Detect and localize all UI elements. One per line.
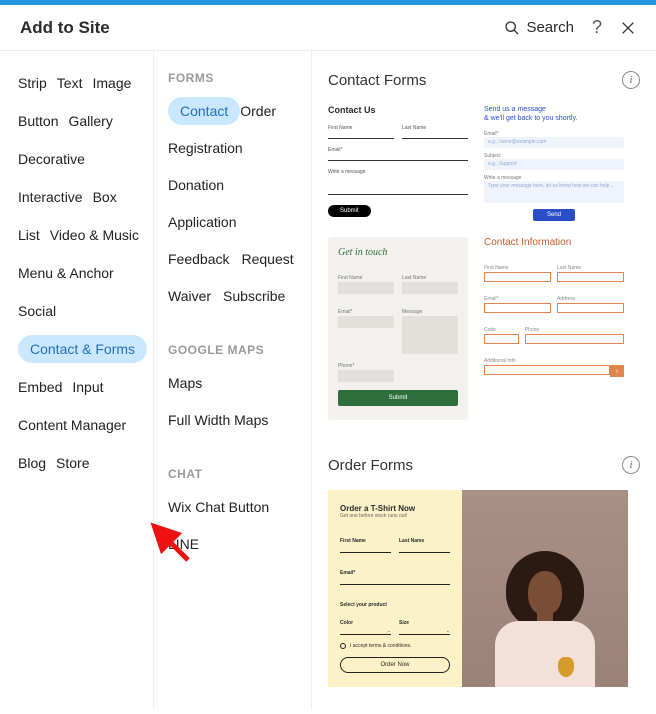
terms-checkbox: I accept terms & conditions. bbox=[340, 643, 450, 649]
category-item-social[interactable]: Social bbox=[18, 297, 66, 325]
form-preview-order-tshirt[interactable]: Order a T-Shirt Now Get one before stock… bbox=[328, 490, 462, 687]
field-placeholder: e.g., Support bbox=[484, 159, 624, 170]
field-label: Phone* bbox=[338, 363, 354, 369]
send-button: Send bbox=[533, 209, 575, 221]
category-item-store[interactable]: Store bbox=[56, 449, 99, 477]
form-preview-contact-us[interactable]: Contact Us First Name Last Name Email* W… bbox=[328, 105, 468, 221]
search-icon bbox=[504, 20, 520, 36]
field-label: Write a message bbox=[484, 175, 521, 181]
field-label: Additional Info bbox=[484, 358, 516, 364]
subcategory-heading: FORMS bbox=[168, 71, 311, 85]
category-item-decorative[interactable]: Decorative bbox=[18, 145, 95, 173]
field-label: First Name bbox=[340, 538, 366, 544]
field-label: Last Name bbox=[399, 538, 424, 544]
info-icon[interactable]: i bbox=[622, 71, 640, 89]
field-label: Email* bbox=[484, 296, 498, 302]
category-item-content-manager[interactable]: Content Manager bbox=[18, 411, 136, 439]
subcategory-list: FORMS ContactOrder Registration Donation App… bbox=[154, 51, 312, 709]
submit-button: Submit bbox=[328, 205, 371, 217]
subcategory-item-subscribe[interactable]: Subscribe bbox=[223, 282, 297, 310]
category-item-interactive[interactable]: Interactive bbox=[18, 183, 93, 211]
search-button[interactable]: Search bbox=[504, 19, 574, 36]
model-illustration bbox=[490, 547, 600, 687]
form-preview-send-message[interactable]: Send us a message& we'll get back to you… bbox=[484, 105, 624, 221]
close-button[interactable] bbox=[620, 20, 636, 36]
form-preview-order-image[interactable] bbox=[462, 490, 628, 687]
preview-subtitle: Get one before stock runs out! bbox=[340, 513, 450, 519]
field-label: Phone bbox=[525, 327, 539, 333]
category-item-blog[interactable]: Blog bbox=[18, 449, 56, 477]
panel-body: StripTextImage ButtonGallery Decorative Int… bbox=[0, 51, 656, 709]
category-item-box[interactable]: Box bbox=[93, 183, 127, 211]
subcategory-item-wix-chat-button[interactable]: Wix Chat Button bbox=[168, 493, 281, 521]
section-header-order-forms: Order Forms i bbox=[328, 456, 640, 474]
field-label: Color bbox=[340, 620, 353, 626]
subcategory-item-waiver[interactable]: Waiver bbox=[168, 282, 223, 310]
info-icon[interactable]: i bbox=[622, 456, 640, 474]
category-item-image[interactable]: Image bbox=[92, 69, 141, 97]
subcategory-item-request[interactable]: Request bbox=[241, 245, 305, 273]
subcategory-heading: CHAT bbox=[168, 467, 311, 481]
category-item-menu-anchor[interactable]: Menu & Anchor bbox=[18, 259, 124, 287]
category-item-strip[interactable]: Strip bbox=[18, 69, 57, 97]
field-label: Email* bbox=[338, 309, 352, 315]
preview-title: Order a T-Shirt Now bbox=[340, 504, 450, 513]
category-item-gallery[interactable]: Gallery bbox=[68, 107, 122, 135]
category-item-list[interactable]: List bbox=[18, 221, 50, 249]
subcategory-item-full-width-maps[interactable]: Full Width Maps bbox=[168, 406, 280, 434]
category-item-button[interactable]: Button bbox=[18, 107, 68, 135]
category-item-contact-forms[interactable]: Contact & Forms bbox=[18, 335, 147, 363]
field-label: Size bbox=[399, 620, 409, 626]
order-button: Order Now bbox=[340, 657, 450, 673]
field-label: Subject bbox=[484, 153, 501, 159]
field-label: Last Name bbox=[402, 275, 426, 281]
field-label: First Name bbox=[338, 275, 362, 281]
subcategory-item-feedback[interactable]: Feedback bbox=[168, 245, 241, 273]
help-button[interactable]: ? bbox=[592, 17, 602, 38]
submit-arrow-button: › bbox=[610, 365, 624, 377]
subcategory-item-maps[interactable]: Maps bbox=[168, 369, 214, 397]
subcategory-item-contact[interactable]: Contact bbox=[168, 97, 240, 125]
panel-title: Add to Site bbox=[20, 18, 110, 38]
category-list: StripTextImage ButtonGallery Decorative Int… bbox=[0, 51, 154, 709]
panel-header: Add to Site Search ? bbox=[0, 5, 656, 51]
preview-title: Contact Information bbox=[484, 237, 624, 248]
search-label: Search bbox=[526, 19, 574, 36]
section-title: Contact Forms bbox=[328, 72, 426, 89]
category-item-input[interactable]: Input bbox=[72, 373, 113, 401]
form-preview-contact-information[interactable]: Contact Information First Name Last Name… bbox=[484, 237, 624, 420]
subcategory-item-donation[interactable]: Donation bbox=[168, 171, 236, 199]
field-label: Address bbox=[557, 296, 575, 302]
subcategory-item-registration[interactable]: Registration bbox=[168, 134, 255, 162]
preview-pane: Contact Forms i Contact Us First Name La… bbox=[312, 51, 656, 709]
preview-title: Contact Us bbox=[328, 105, 468, 115]
section-header-contact-forms: Contact Forms i bbox=[328, 71, 640, 89]
field-label: Email* bbox=[340, 570, 355, 576]
field-label: Select your product bbox=[340, 602, 387, 608]
subcategory-heading: GOOGLE MAPS bbox=[168, 343, 311, 357]
category-item-video-music[interactable]: Video & Music bbox=[50, 221, 149, 249]
subcategory-item-order[interactable]: Order bbox=[240, 97, 288, 125]
field-label: Email* bbox=[484, 131, 498, 137]
preview-heading: Send us a message& we'll get back to you… bbox=[484, 105, 624, 123]
field-label: Code bbox=[484, 327, 496, 333]
category-item-embed[interactable]: Embed bbox=[18, 373, 72, 401]
field-placeholder: e.g., name@example.com bbox=[484, 137, 624, 148]
field-label: Message bbox=[402, 309, 422, 315]
subcategory-item-line[interactable]: LINE bbox=[168, 530, 211, 558]
field-label: Last Name bbox=[557, 265, 581, 271]
field-label: First Name bbox=[484, 265, 508, 271]
subcategory-item-application[interactable]: Application bbox=[168, 208, 249, 236]
close-icon bbox=[620, 20, 636, 36]
section-title: Order Forms bbox=[328, 457, 413, 474]
submit-button: Submit bbox=[338, 390, 458, 406]
preview-title: Get in touch bbox=[338, 247, 458, 258]
field-placeholder: Type your message here, let us know how … bbox=[484, 181, 624, 203]
category-item-text[interactable]: Text bbox=[57, 69, 93, 97]
form-preview-get-in-touch[interactable]: Get in touch First Name Last Name Email*… bbox=[328, 237, 468, 420]
